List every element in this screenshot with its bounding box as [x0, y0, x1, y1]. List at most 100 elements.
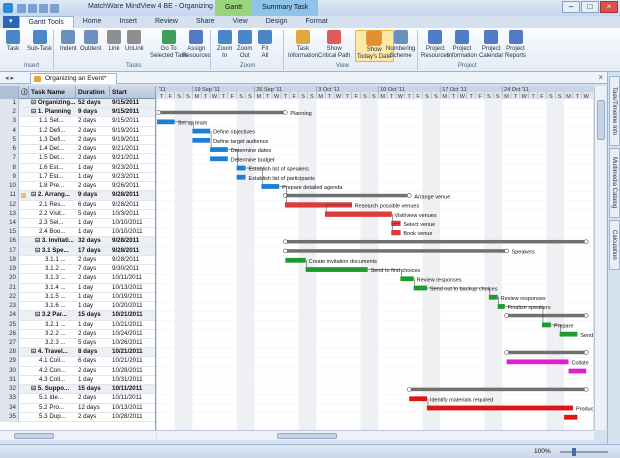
tab-home[interactable]: Home [74, 16, 111, 28]
task-name-cell[interactable]: ⊟ 3.1 Spe... [29, 247, 75, 256]
table-row[interactable]: 21 3.1.4 ... 1 day 10/13/2011 [0, 283, 155, 293]
file-menu-button[interactable]: ▾ [3, 16, 19, 28]
table-row[interactable]: 33 5.1 Ide... 2 days 10/11/2011 [0, 394, 155, 404]
task-name-cell[interactable]: ⊟ 4. Travel... [29, 348, 75, 357]
table-row[interactable]: 17 ⊟ 3.1 Spe... 17 days 9/28/2011 [0, 246, 155, 256]
numbering-scheme-button[interactable]: Numbering Scheme [386, 30, 415, 60]
task-bar[interactable] [192, 128, 211, 134]
task-name-cell[interactable]: 1.2 Defi... [29, 127, 75, 136]
task-name-cell[interactable]: 4.3 Coll... [29, 376, 75, 385]
summary-task-bar[interactable] [158, 110, 286, 115]
table-row[interactable]: 31 4.3 Coll... 1 day 10/31/2011 [0, 375, 155, 386]
redo-icon[interactable] [39, 3, 48, 13]
vertical-scrollbar[interactable] [594, 86, 606, 430]
task-name-cell[interactable]: 3.2.3 ... [29, 339, 75, 348]
task-name-cell[interactable]: ⊟ Organizing... [29, 99, 75, 108]
zoom-out-button[interactable]: Zoom Out [237, 30, 252, 60]
table-row[interactable]: 11 ⊟ 2. Arrang... 9 days 9/28/2011 [0, 191, 155, 201]
table-row[interactable]: 14 2.3 Sel... 1 day 10/10/2011 [0, 218, 155, 229]
assign-resources-button[interactable]: Assign Resources [182, 30, 211, 60]
table-row[interactable]: 10 1.8 Pre... 2 days 9/26/2011 [0, 182, 155, 192]
side-tab-task-timeline-info[interactable]: Task/Timeline Info [609, 76, 620, 146]
side-tab-calculation[interactable]: Calculation [609, 220, 620, 270]
fit-all-button[interactable]: Fit All [258, 30, 272, 60]
task-bar[interactable] [305, 267, 368, 272]
table-row[interactable]: 35 5.3 Dup... 2 days 10/28/2011 [0, 412, 155, 423]
table-row[interactable]: 24 ⊟ 3.2 Par... 15 days 10/21/2011 [0, 311, 155, 321]
task-bar[interactable] [568, 368, 587, 374]
task-bar[interactable] [236, 165, 246, 171]
outdent-button[interactable]: Outdent [80, 30, 101, 53]
gantt-canvas[interactable]: TFSSMTWTFSSMTWTFSSMTWTFSSMTWTFSSMTWTFSSM… [157, 86, 593, 430]
task-bar[interactable] [564, 414, 578, 420]
task-name-cell[interactable]: 4.1 Coll... [29, 357, 75, 366]
doc-nav-arrows-icon[interactable]: ◂ ▸ [5, 74, 14, 82]
table-row[interactable]: 25 3.2.1 ... 1 day 10/21/2011 [0, 320, 155, 330]
table-row[interactable]: 20 3.1.3 ... 2 days 10/11/2011 [0, 274, 155, 284]
task-bar[interactable] [236, 174, 246, 180]
project-reports-button[interactable]: Project Reports [505, 30, 526, 60]
task-bar[interactable] [506, 359, 569, 365]
maximize-button[interactable]: □ [581, 1, 599, 13]
task-bar[interactable] [497, 304, 505, 309]
undo-icon[interactable] [28, 3, 37, 13]
task-name-cell[interactable]: 3.1.4 ... [29, 284, 75, 293]
close-button[interactable]: × [600, 1, 618, 13]
task-bar[interactable] [541, 322, 551, 328]
table-row[interactable]: 13 2.2 Visit... 5 days 10/3/2011 [0, 209, 155, 219]
zoom-slider[interactable] [560, 451, 608, 453]
vertical-scroll-thumb[interactable] [597, 100, 605, 140]
tab-share[interactable]: Share [187, 16, 224, 28]
table-row[interactable]: 27 3.2.3 ... 5 days 10/26/2011 [0, 338, 155, 349]
task-name-cell[interactable]: 5.2 Pro... [29, 404, 75, 413]
task-name-cell[interactable]: 1.4 Det... [29, 145, 75, 154]
tab-view[interactable]: View [224, 16, 257, 28]
task-name-cell[interactable]: 5.1 Ide... [29, 394, 75, 403]
app-logo-icon[interactable] [3, 3, 13, 13]
column-header-start[interactable]: Start [110, 86, 155, 99]
gantt-scroll-thumb[interactable] [277, 433, 337, 439]
task-bar[interactable] [400, 276, 414, 282]
table-row[interactable]: 28 ⊟ 4. Travel... 8 days 10/21/2011 [0, 348, 155, 358]
document-tab[interactable]: Organizing an Event* [30, 73, 118, 84]
task-name-cell[interactable]: 3.1.6 ... [29, 302, 75, 311]
task-bar[interactable] [488, 294, 498, 300]
task-name-cell[interactable]: 1.8 Pre... [29, 182, 75, 191]
task-name-cell[interactable]: 1.6 Est... [29, 164, 75, 173]
minimize-button[interactable]: – [562, 1, 580, 13]
task-name-cell[interactable]: 1.5 Det... [29, 154, 75, 163]
table-row[interactable]: 29 4.1 Coll... 6 days 10/21/2011 [0, 357, 155, 367]
task-name-cell[interactable]: 3.2.1 ... [29, 321, 75, 330]
table-row[interactable]: 23 3.1.6 ... 1 day 10/20/2011 [0, 302, 155, 312]
task-name-cell[interactable]: ⊟ 2. Arrang... [29, 191, 75, 200]
sub-task-button[interactable]: Sub-Task [27, 30, 52, 53]
task-name-cell[interactable]: ⊟ 5. Suppo... [29, 385, 75, 394]
customize-qat-icon[interactable] [50, 3, 59, 13]
task-name-cell[interactable]: 2.1 Res... [29, 201, 75, 210]
summary-task-bar[interactable] [285, 239, 587, 244]
summary-task-bar[interactable] [285, 193, 410, 198]
task-bar[interactable] [426, 405, 573, 411]
indent-button[interactable]: Indent [60, 30, 77, 53]
summary-task-bar[interactable] [506, 350, 587, 355]
project-resources-button[interactable]: Project Resources [421, 30, 450, 60]
task-name-cell[interactable]: 2.4 Boo... [29, 228, 75, 237]
task-name-cell[interactable]: 2.2 Visit... [29, 210, 75, 219]
task-name-cell[interactable]: 1.7 Est... [29, 173, 75, 182]
table-row[interactable]: 30 4.2 Con... 2 days 10/28/2011 [0, 366, 155, 376]
task-bar[interactable] [324, 211, 392, 217]
save-icon[interactable] [17, 3, 26, 13]
task-bar[interactable] [261, 184, 280, 189]
table-row[interactable]: 4 1.2 Defi... 2 days 9/19/2011 [0, 126, 155, 136]
task-bar[interactable] [210, 156, 228, 162]
link-button[interactable]: Link [107, 30, 121, 53]
summary-task-bar[interactable] [285, 249, 507, 253]
task-name-cell[interactable]: 5.3 Dup... [29, 413, 75, 422]
task-name-cell[interactable]: 3.1.5 ... [29, 293, 75, 302]
task-name-cell[interactable]: 2.3 Sel... [29, 219, 75, 228]
task-bar[interactable] [409, 396, 427, 402]
table-row[interactable]: 5 1.3 Defi... 2 days 9/19/2011 [0, 135, 155, 146]
summary-task-bar[interactable] [506, 313, 587, 318]
task-name-cell[interactable]: 1.1 Set... [29, 117, 75, 126]
table-row[interactable]: 9 1.7 Est... 1 day 9/23/2011 [0, 172, 155, 183]
